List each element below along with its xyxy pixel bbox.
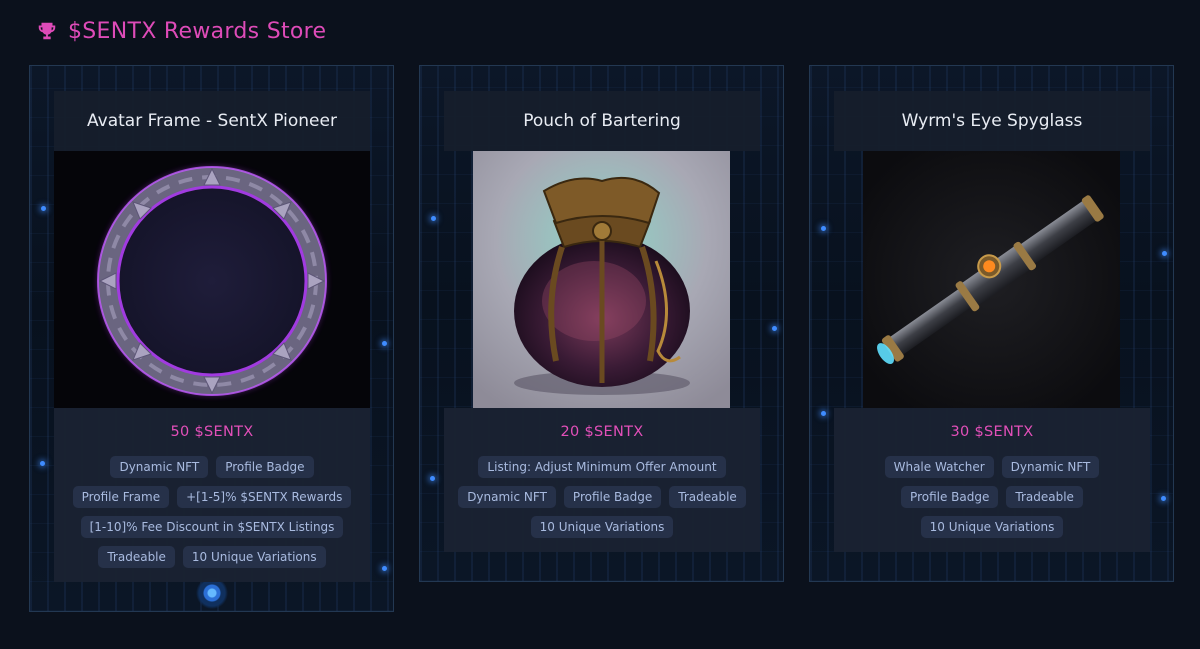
pouch-image <box>444 151 760 408</box>
item-tag: Whale Watcher <box>884 456 994 478</box>
item-tag: Dynamic NFT <box>110 456 209 478</box>
item-tag: Profile Frame <box>72 486 170 508</box>
item-tag: Profile Badge <box>216 456 314 478</box>
item-info-panel: 50 $SENTX Dynamic NFT Profile Badge Prof… <box>54 408 370 582</box>
item-title: Avatar Frame - SentX Pioneer <box>54 91 370 151</box>
item-tag: Listing: Adjust Minimum Offer Amount <box>478 456 726 478</box>
item-price: 50 $SENTX <box>170 424 254 440</box>
item-tags: Whale Watcher Dynamic NFT Profile Badge … <box>844 456 1140 538</box>
item-tag: Profile Badge <box>901 486 999 508</box>
item-tag: Tradeable <box>669 486 746 508</box>
item-tags: Listing: Adjust Minimum Offer Amount Dyn… <box>454 456 750 538</box>
item-tag: Dynamic NFT <box>458 486 556 508</box>
item-price: 20 $SENTX <box>560 424 644 440</box>
store-item-card[interactable]: Wyrm's Eye Spyglass 30 $SENTX Whale Watc… <box>809 65 1174 582</box>
item-tag: 10 Unique Variations <box>530 516 674 538</box>
page-title: $SENTX Rewards Store <box>68 18 327 44</box>
item-info-panel: 20 $SENTX Listing: Adjust Minimum Offer … <box>444 408 760 552</box>
item-tag: Profile Badge <box>563 486 662 508</box>
item-tag: Tradeable <box>98 546 175 568</box>
avatar-frame-image <box>54 151 370 408</box>
trophy-icon <box>38 22 56 40</box>
item-info-panel: 30 $SENTX Whale Watcher Dynamic NFT Prof… <box>834 408 1150 552</box>
item-tag: 10 Unique Variations <box>182 546 326 568</box>
item-title: Pouch of Bartering <box>444 91 760 151</box>
page-header: $SENTX Rewards Store <box>36 16 326 46</box>
item-tag: [1-10]% Fee Discount in $SENTX Listings <box>80 516 344 538</box>
item-tag: Dynamic NFT <box>1001 456 1100 478</box>
item-tags: Dynamic NFT Profile Badge Profile Frame … <box>64 456 360 568</box>
item-tag: Tradeable <box>1006 486 1083 508</box>
item-price: 30 $SENTX <box>950 424 1034 440</box>
store-item-card[interactable]: Avatar Frame - SentX Pioneer 50 $SENTX D… <box>29 65 394 612</box>
item-tag: +[1-5]% $SENTX Rewards <box>177 486 352 508</box>
item-tag: 10 Unique Variations <box>920 516 1064 538</box>
item-title: Wyrm's Eye Spyglass <box>834 91 1150 151</box>
store-item-card[interactable]: Pouch of Bartering 20 $SENTX Listing: Ad… <box>419 65 784 582</box>
spyglass-image <box>834 151 1150 408</box>
